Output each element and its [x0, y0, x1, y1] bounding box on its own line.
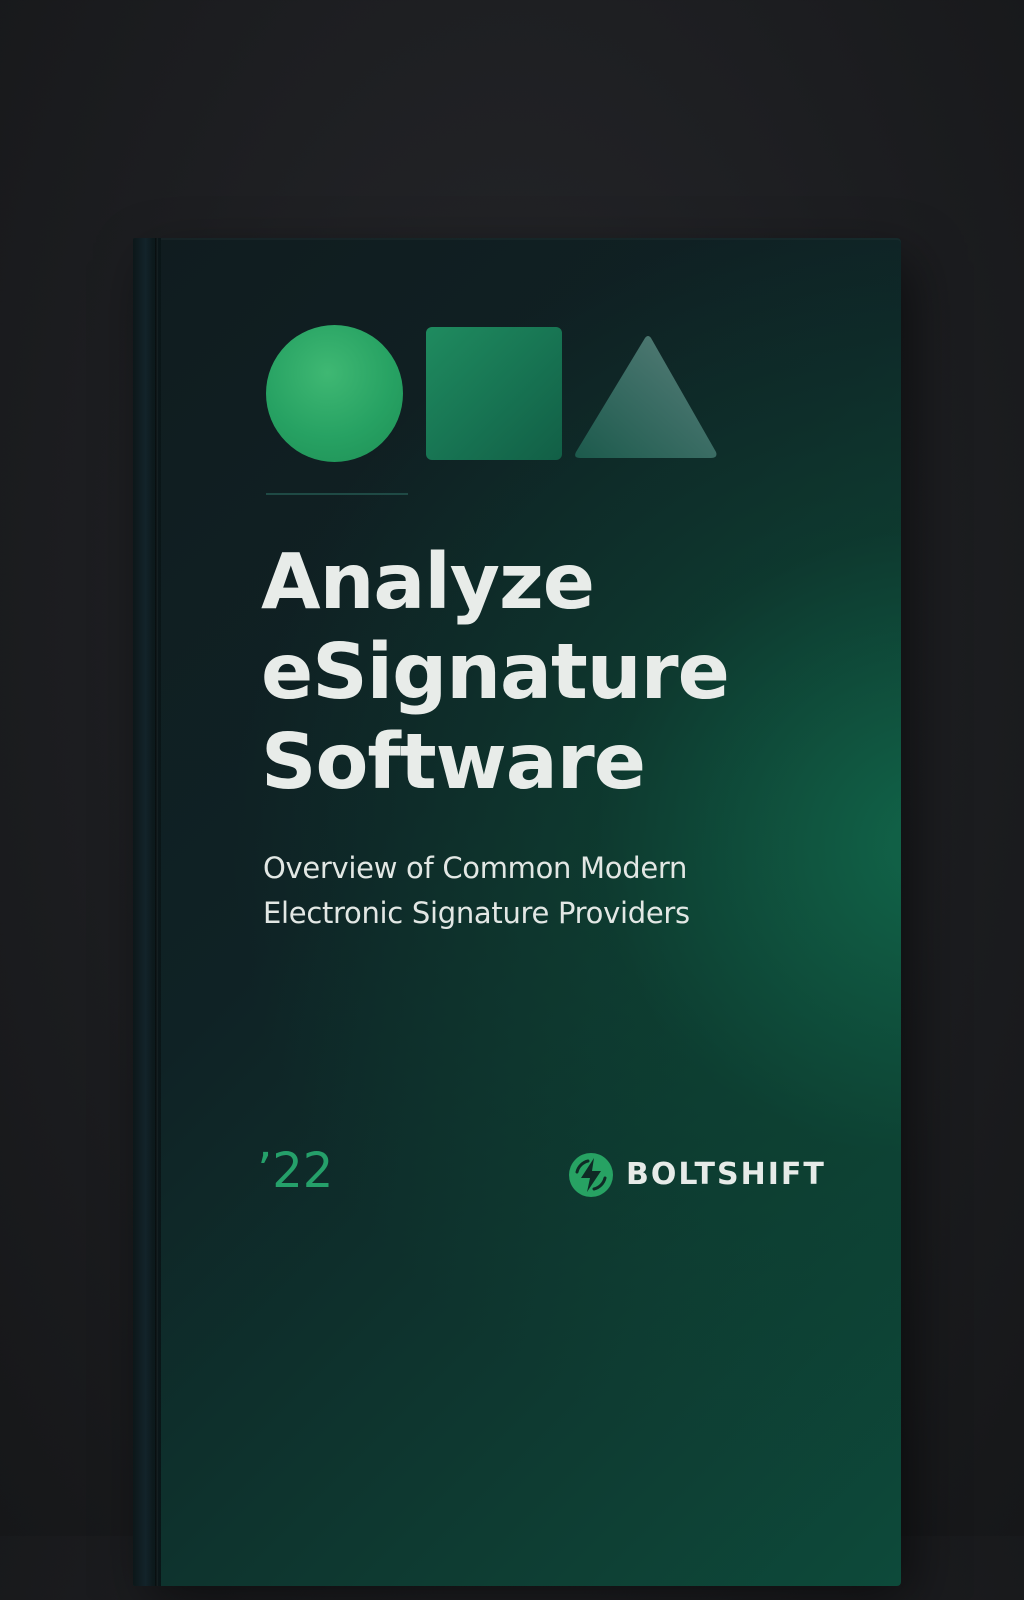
year-label: ’22	[257, 1143, 334, 1199]
square-icon	[426, 327, 562, 460]
subtitle-line: Overview of Common Modern	[263, 851, 688, 885]
book-title: Analyze eSignature Software	[261, 538, 821, 808]
book-cover: Analyze eSignature Software Overview of …	[133, 238, 901, 1586]
title-line: Software	[261, 718, 646, 807]
title-line: Analyze	[261, 538, 595, 627]
brand-logo: BOLTSHIFT	[568, 1152, 826, 1198]
title-line: eSignature	[261, 628, 730, 717]
subtitle-line: Electronic Signature Providers	[263, 896, 690, 930]
spine-groove	[155, 238, 158, 1586]
circle-icon	[266, 325, 403, 462]
triangle-icon	[575, 336, 717, 458]
brand-name: BOLTSHIFT	[626, 1157, 826, 1192]
bolt-logo-icon	[569, 1153, 613, 1197]
book-spine	[133, 238, 161, 1586]
book-subtitle: Overview of Common Modern Electronic Sig…	[263, 846, 823, 936]
divider-rule	[266, 493, 408, 495]
